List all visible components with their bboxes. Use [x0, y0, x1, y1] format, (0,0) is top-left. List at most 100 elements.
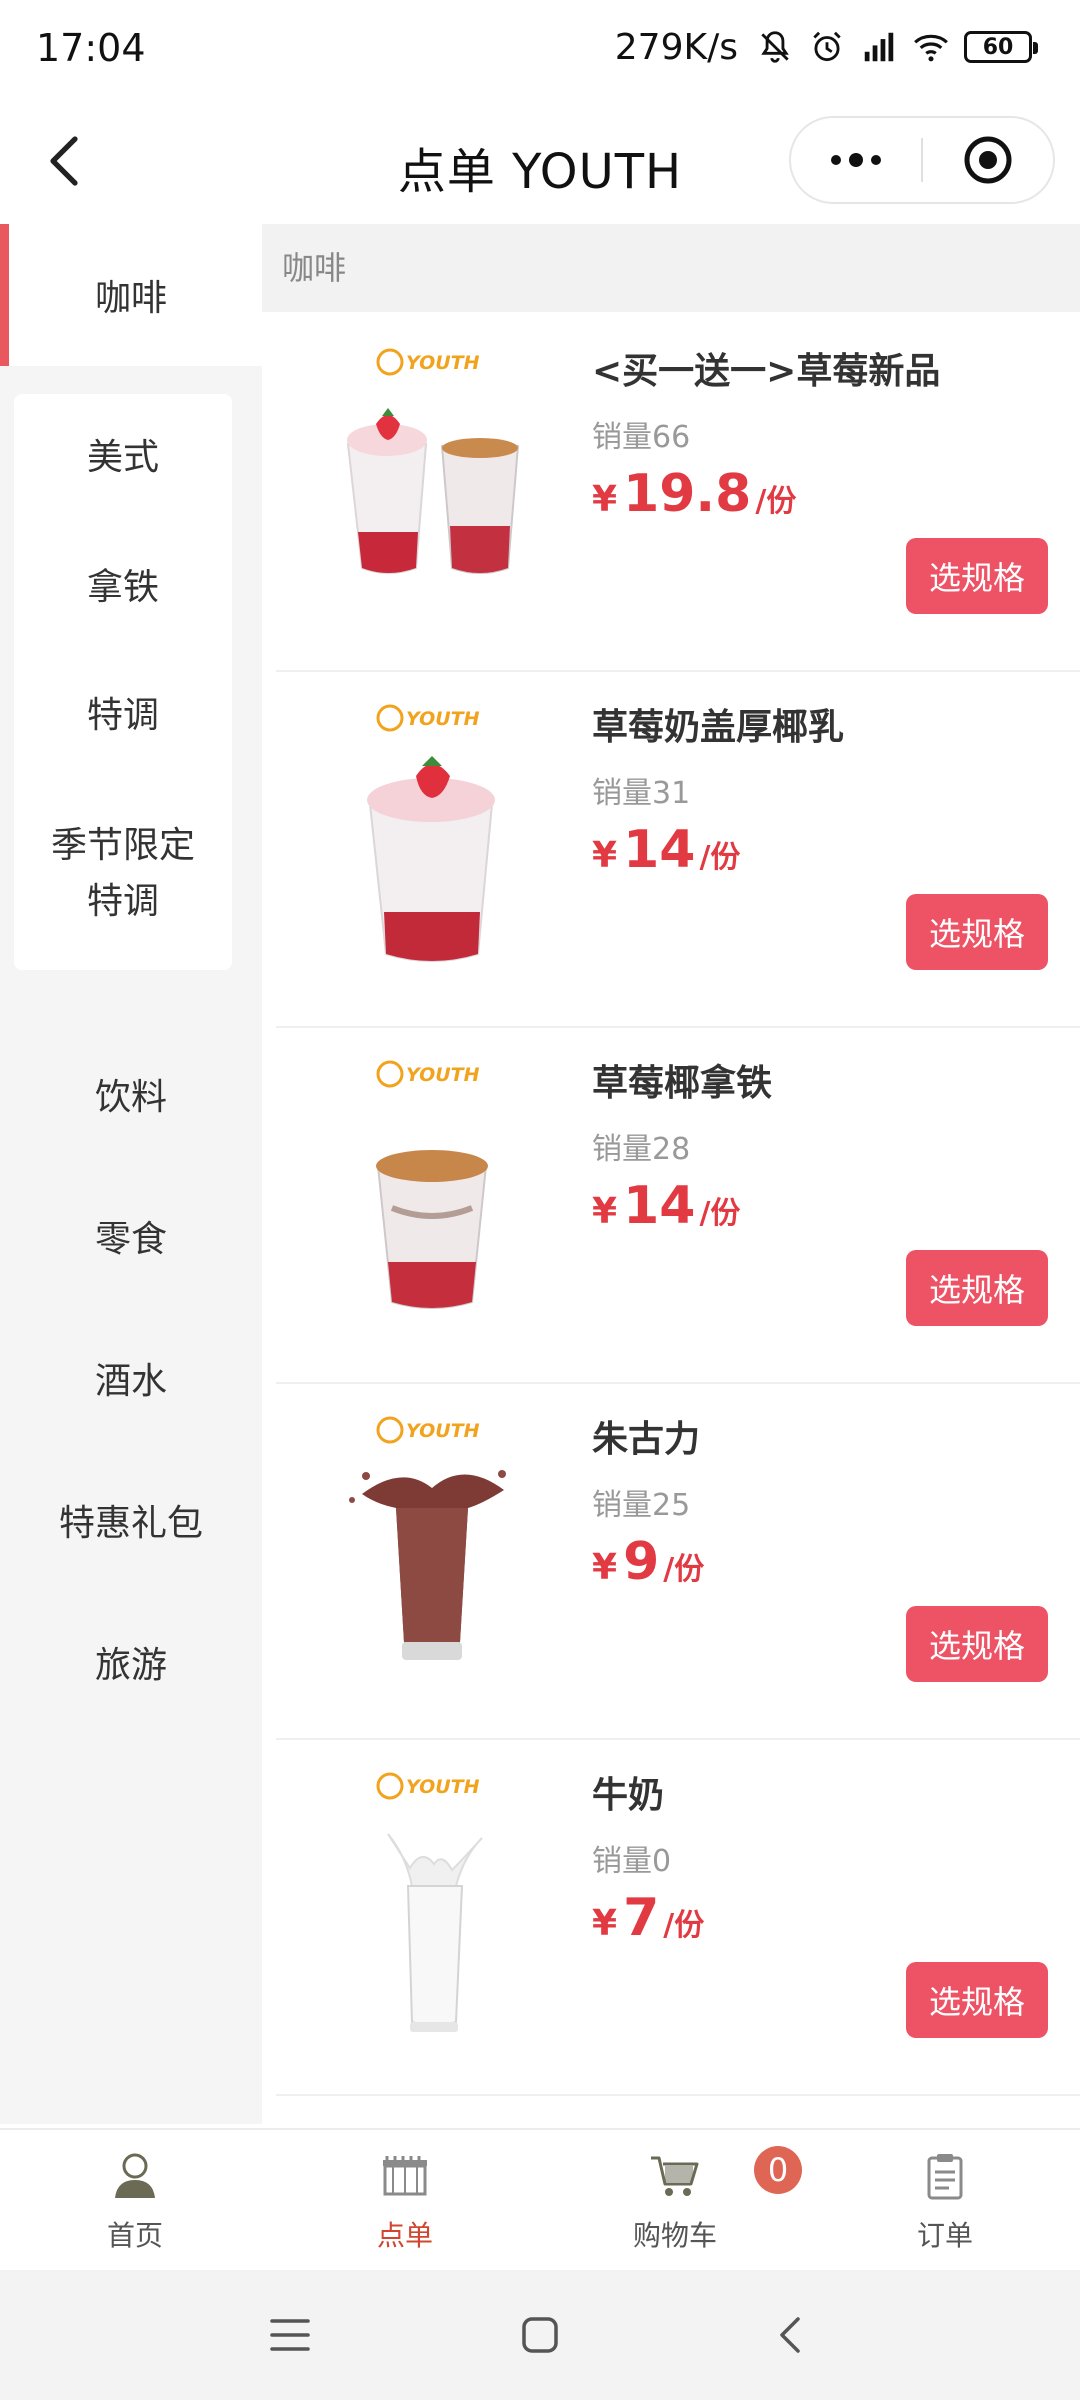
product-name: 草莓奶盖厚椰乳 [592, 707, 845, 748]
currency-symbol: ¥ [592, 479, 618, 520]
more-button[interactable] [791, 118, 921, 202]
svg-text:YOUTH: YOUTH [406, 708, 480, 730]
status-time: 17:04 [36, 26, 146, 70]
category-snacks[interactable]: 零食 [0, 1176, 262, 1296]
price-unit: /份 [699, 840, 741, 875]
youth-logo: YOUTH [376, 704, 480, 732]
product-card[interactable]: YOUTH 草莓奶盖厚椰乳 销量31 ¥ 14 /份 选规格 [276, 672, 1080, 1028]
youth-logo: YOUTH [376, 1060, 480, 1088]
price-value: 14 [623, 1176, 696, 1236]
status-bar: 17:04 279K/s 60 [0, 0, 1080, 96]
currency-symbol: ¥ [592, 835, 618, 876]
product-price: ¥ 7 /份 [592, 1888, 704, 1948]
tab-home[interactable]: 首页 [0, 2130, 270, 2270]
currency-symbol: ¥ [592, 1191, 618, 1232]
product-sales: 销量31 [592, 776, 691, 811]
svg-text:YOUTH: YOUTH [406, 352, 480, 374]
price-unit: /份 [663, 1908, 705, 1943]
product-image: YOUTH [376, 1060, 488, 1309]
select-spec-button[interactable]: 选规格 [906, 1606, 1048, 1682]
wifi-icon [914, 34, 948, 62]
product-name: <买一送一>草莓新品 [592, 351, 941, 392]
home-button[interactable] [415, 2270, 665, 2400]
product-name: 牛奶 [592, 1775, 665, 1816]
more-dots-icon [831, 153, 881, 167]
cart-count-badge: 0 [754, 2146, 802, 2194]
product-price: ¥ 14 /份 [592, 1176, 740, 1236]
product-card[interactable]: YOUTH 牛奶 销量0 ¥ 7 /份 选规格 [276, 1740, 1080, 2096]
product-sales: 销量28 [592, 1132, 691, 1167]
youth-logo: YOUTH [376, 348, 480, 376]
clipboard-icon [927, 2154, 963, 2200]
product-price: ¥ 14 /份 [592, 820, 740, 880]
select-spec-button[interactable]: 选规格 [906, 1250, 1048, 1326]
product-image: YOUTH [367, 704, 495, 962]
product-price: ¥ 19.8 /份 [592, 464, 796, 524]
subcategory-latte[interactable]: 拿铁 [14, 560, 232, 616]
category-gift-pack[interactable]: 特惠礼包 [0, 1460, 262, 1580]
price-value: 14 [623, 820, 696, 880]
tab-label: 订单 [916, 2219, 973, 2252]
bottom-tab-bar: 首页 点单 购物车 0 订单 [0, 2128, 1080, 2270]
section-title: 咖啡 [262, 224, 1080, 312]
system-navigation-bar [0, 2270, 1080, 2400]
target-circle-icon [964, 136, 1012, 184]
svg-text:YOUTH: YOUTH [406, 1776, 480, 1798]
tab-order[interactable]: 点单 [270, 2130, 540, 2270]
subcategory-seasonal-special[interactable]: 季节限定 特调 [14, 818, 232, 930]
price-unit: /份 [663, 1552, 705, 1587]
storefront-icon [383, 2156, 427, 2196]
square-home-icon [522, 2317, 558, 2353]
product-price: ¥ 9 /份 [592, 1532, 704, 1592]
price-value: 19.8 [623, 464, 752, 524]
select-spec-button[interactable]: 选规格 [906, 1962, 1048, 2038]
select-spec-button[interactable]: 选规格 [906, 538, 1048, 614]
product-image: YOUTH [349, 1416, 506, 1660]
tab-label: 购物车 [632, 2219, 717, 2252]
category-coffee[interactable]: 咖啡 [0, 224, 262, 366]
product-list: 咖啡 YOUTH <买一送一>草莓新品 销量66 ¥ 19.8 /份 选规格 Y… [262, 224, 1080, 2124]
recent-apps-button[interactable] [165, 2270, 415, 2400]
category-travel[interactable]: 旅游 [0, 1602, 262, 1722]
nav-header: 点单 YOUTH [0, 96, 1080, 224]
category-drinks[interactable]: 饮料 [0, 1034, 262, 1154]
product-image: YOUTH [346, 348, 520, 574]
subcategory-special[interactable]: 特调 [14, 688, 232, 744]
svg-text:YOUTH: YOUTH [406, 1420, 480, 1442]
price-value: 7 [623, 1888, 660, 1948]
tab-cart[interactable]: 购物车 0 [540, 2130, 810, 2270]
select-spec-button[interactable]: 选规格 [906, 894, 1048, 970]
product-name: 草莓椰拿铁 [592, 1063, 773, 1104]
person-icon [115, 2153, 155, 2198]
network-speed: 279K/s [614, 26, 738, 68]
mini-program-capsule [789, 116, 1055, 204]
product-image: YOUTH [376, 1772, 483, 2032]
tab-label: 首页 [106, 2219, 163, 2252]
category-alcohol[interactable]: 酒水 [0, 1318, 262, 1438]
product-sales: 销量66 [592, 420, 691, 455]
currency-symbol: ¥ [592, 1903, 618, 1944]
youth-logo: YOUTH [376, 1416, 480, 1444]
subcategory-panel: 美式 拿铁 特调 季节限定 特调 [14, 394, 232, 970]
product-card[interactable]: YOUTH 草莓椰拿铁 销量28 ¥ 14 /份 选规格 [276, 1028, 1080, 1384]
price-unit: /份 [755, 484, 797, 519]
price-unit: /份 [699, 1196, 741, 1231]
product-sales: 销量0 [592, 1844, 672, 1879]
tab-label: 点单 [376, 2219, 433, 2252]
currency-symbol: ¥ [592, 1547, 618, 1588]
product-card[interactable]: YOUTH <买一送一>草莓新品 销量66 ¥ 19.8 /份 选规格 [276, 316, 1080, 672]
close-miniprogram-button[interactable] [923, 118, 1053, 202]
svg-text:YOUTH: YOUTH [406, 1064, 480, 1086]
cart-icon [651, 2156, 699, 2196]
product-card[interactable]: YOUTH 朱古力 销量25 ¥ 9 /份 选规格 [276, 1384, 1080, 1740]
tab-orders[interactable]: 订单 [810, 2130, 1080, 2270]
system-back-button[interactable] [665, 2270, 915, 2400]
subcategory-americano[interactable]: 美式 [14, 430, 232, 486]
product-name: 朱古力 [592, 1419, 701, 1460]
price-value: 9 [623, 1532, 660, 1592]
youth-logo: YOUTH [376, 1772, 480, 1800]
product-sales: 销量25 [592, 1488, 691, 1523]
mute-bell-icon [761, 31, 789, 63]
alarm-icon [813, 31, 841, 62]
status-icons: 279K/s 60 [614, 22, 1038, 72]
